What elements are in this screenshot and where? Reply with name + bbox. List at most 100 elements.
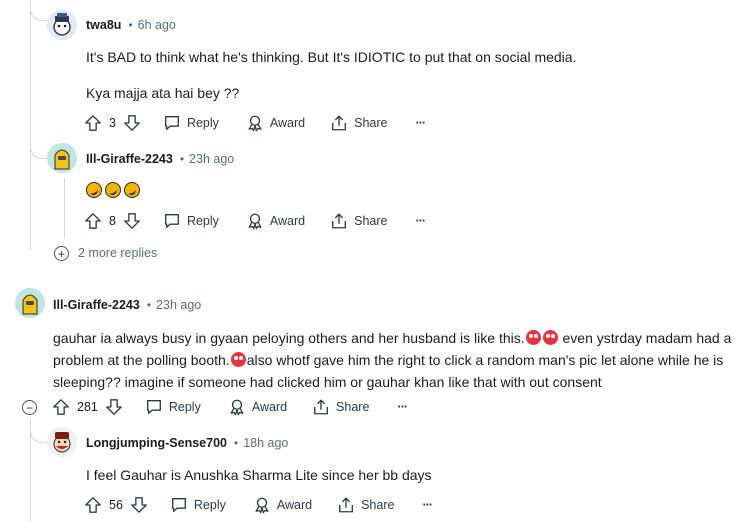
comment-text: gauhar ia always busy in gyaan peloying … <box>53 330 525 346</box>
rolling-laughing-emoji-icon <box>124 182 140 198</box>
comment-text: even ystrday madam had a <box>558 330 732 346</box>
share-button[interactable]: Share <box>337 496 394 514</box>
share-label: Share <box>354 214 388 228</box>
avatar[interactable] <box>15 288 45 318</box>
clown-emoji-icon <box>230 352 246 367</box>
comment-text: sleeping?? imagine if someone had clicke… <box>53 374 602 390</box>
ellipsis-icon: ··· <box>397 400 407 414</box>
comment-text-line: It's BAD to think what he's thinking. Bu… <box>86 49 577 65</box>
comment-timestamp[interactable]: 23h ago <box>189 152 234 166</box>
separator-dot: • <box>146 298 152 312</box>
ellipsis-icon: ··· <box>415 116 426 130</box>
share-button[interactable]: Share <box>330 114 388 132</box>
expand-replies-button[interactable]: + <box>54 246 69 261</box>
award-label: Award <box>251 400 288 414</box>
reply-button[interactable]: Reply <box>170 496 226 514</box>
more-options-button[interactable]: ··· <box>416 214 426 228</box>
reply-label: Reply <box>186 116 219 130</box>
award-label: Award <box>269 116 306 130</box>
comment-timestamp[interactable]: 18h ago <box>243 436 288 450</box>
thread-connector <box>30 0 47 21</box>
award-icon <box>248 115 262 132</box>
reply-label: Reply <box>186 214 219 228</box>
minus-icon: − <box>25 400 33 415</box>
reply-label: Reply <box>168 400 201 414</box>
thread-line <box>64 178 65 238</box>
downvote-button[interactable] <box>123 212 141 230</box>
comment-author[interactable]: Longjumping-Sense700 <box>86 436 227 450</box>
share-label: Share <box>361 498 395 512</box>
upvote-icon <box>85 497 101 513</box>
comment-body: gauhar ia always busy in gyaan peloying … <box>53 327 743 393</box>
thread-connector <box>30 130 47 159</box>
award-label: Award <box>276 498 313 512</box>
comment-actions: 281 Reply Award Share ··· <box>52 394 408 420</box>
downvote-button[interactable] <box>130 496 148 514</box>
award-button[interactable]: Award <box>253 496 312 514</box>
reply-button[interactable]: Reply <box>163 114 219 132</box>
upvote-button[interactable] <box>84 496 102 514</box>
comment-author[interactable]: Ill-Giraffe-2243 <box>53 298 140 312</box>
award-icon <box>230 399 244 416</box>
avatar[interactable] <box>47 10 77 40</box>
ellipsis-icon: ··· <box>422 498 432 512</box>
share-button[interactable]: Share <box>312 398 369 416</box>
reply-button[interactable]: Reply <box>145 398 201 416</box>
comment-body: I feel Gauhar is Anushka Sharma Lite sin… <box>86 467 432 483</box>
thread-line <box>30 0 31 250</box>
comment-author[interactable]: twa8u <box>86 18 121 32</box>
award-icon <box>255 497 269 514</box>
separator-dot: • <box>179 152 185 166</box>
separator-dot: • <box>234 436 239 450</box>
award-icon <box>248 213 262 230</box>
upvote-button[interactable] <box>84 114 102 132</box>
upvote-icon <box>53 399 69 415</box>
comment-text-line: Kya majja ata hai bey ?? <box>86 85 240 101</box>
reply-icon <box>146 400 161 414</box>
downvote-icon <box>124 213 140 229</box>
reply-icon <box>164 116 179 130</box>
more-options-button[interactable]: ··· <box>416 116 426 130</box>
share-icon <box>332 115 347 131</box>
more-options-button[interactable]: ··· <box>422 498 432 512</box>
upvote-button[interactable] <box>84 212 102 230</box>
downvote-icon <box>124 115 140 131</box>
separator-dot: • <box>128 18 133 32</box>
downvote-icon <box>131 497 147 513</box>
ellipsis-icon: ··· <box>415 214 426 228</box>
award-button[interactable]: Award <box>246 114 305 132</box>
upvote-icon <box>85 115 101 131</box>
reply-icon <box>164 214 179 228</box>
vote-count: 8 <box>109 214 116 228</box>
collapse-thread-button[interactable]: − <box>22 400 37 415</box>
more-options-button[interactable]: ··· <box>397 400 407 414</box>
rolling-laughing-emoji-icon <box>86 182 102 198</box>
downvote-button[interactable] <box>105 398 123 416</box>
comment-timestamp[interactable]: 6h ago <box>138 18 176 32</box>
share-button[interactable]: Share <box>330 212 388 230</box>
award-button[interactable]: Award <box>228 398 287 416</box>
reply-button[interactable]: Reply <box>163 212 219 230</box>
share-icon <box>332 213 347 229</box>
avatar[interactable] <box>47 143 77 173</box>
clown-emoji-icon <box>542 330 558 345</box>
share-label: Share <box>336 400 370 414</box>
rolling-laughing-emoji-icon <box>105 182 121 198</box>
award-button[interactable]: Award <box>246 212 305 230</box>
avatar[interactable] <box>47 427 77 457</box>
upvote-button[interactable] <box>52 398 70 416</box>
award-label: Award <box>269 214 306 228</box>
comment-author[interactable]: Ill-Giraffe-2243 <box>86 152 173 166</box>
share-label: Share <box>354 116 388 130</box>
downvote-button[interactable] <box>123 114 141 132</box>
share-icon <box>339 497 354 513</box>
more-replies-link[interactable]: 2 more replies <box>78 246 157 260</box>
comment-text: problem at the polling booth. <box>53 352 230 368</box>
plus-icon: + <box>57 246 65 261</box>
vote-count: 281 <box>77 400 98 414</box>
emoji-row <box>86 182 143 198</box>
comment-timestamp[interactable]: 23h ago <box>156 298 201 312</box>
reply-label: Reply <box>193 498 226 512</box>
upvote-icon <box>85 213 101 229</box>
clown-emoji-icon <box>525 330 541 345</box>
